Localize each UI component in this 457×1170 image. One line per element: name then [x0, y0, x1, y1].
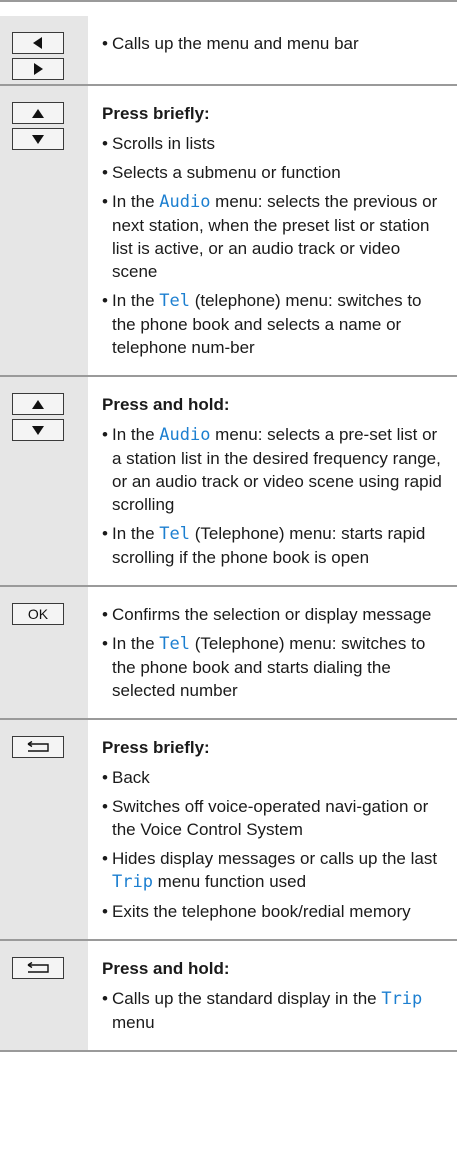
- list-item: Calls up the menu and menu bar: [102, 32, 447, 55]
- item-text: Exits the telephone book/redial memory: [112, 902, 411, 921]
- key-column: [0, 720, 88, 939]
- list-item: Back: [102, 766, 447, 789]
- item-text: In the: [112, 634, 160, 653]
- description-column: Press briefly: Back Switches off voice-ope…: [88, 720, 457, 939]
- menu-name-highlight: Tel: [159, 634, 190, 654]
- item-text: In the: [112, 192, 160, 211]
- up-arrow-button-icon: [12, 102, 64, 124]
- item-text: Calls up the menu and menu bar: [112, 34, 359, 53]
- item-text: Switches off voice-operated navi-gation …: [112, 797, 429, 839]
- key-column: [0, 16, 88, 84]
- list-item: Hides display messages or calls up the l…: [102, 847, 447, 894]
- row-heading: Press and hold:: [102, 395, 230, 414]
- menu-name-highlight: Tel: [159, 291, 190, 311]
- list-item: In the Audio menu: selects a pre-set lis…: [102, 423, 447, 516]
- item-text: menu function used: [152, 872, 307, 891]
- list-item: Calls up the standard display in the Tri…: [102, 987, 447, 1034]
- button-function-table: Calls up the menu and menu bar Press brie…: [0, 16, 457, 1052]
- list-item: Selects a submenu or function: [102, 161, 447, 184]
- right-arrow-button-icon: [12, 58, 64, 80]
- key-column: [0, 377, 88, 585]
- bullet-list: Back Switches off voice-operated navi-gat…: [102, 766, 447, 923]
- list-item: Scrolls in lists: [102, 132, 447, 155]
- item-text: Back: [112, 768, 150, 787]
- bullet-list: Calls up the menu and menu bar: [102, 32, 447, 55]
- down-arrow-button-icon: [12, 419, 64, 441]
- item-text: In the: [112, 524, 160, 543]
- left-arrow-button-icon: [12, 32, 64, 54]
- description-column: Press and hold: In the Audio menu: select…: [88, 377, 457, 585]
- table-row: OK Confirms the selection or display mess…: [0, 587, 457, 720]
- list-item: In the Tel (Telephone) menu: switches to…: [102, 632, 447, 702]
- bullet-list: Confirms the selection or display messag…: [102, 603, 447, 702]
- item-text: In the: [112, 291, 160, 310]
- item-text: Selects a submenu or function: [112, 163, 341, 182]
- top-rule: [0, 0, 457, 2]
- description-column: Press briefly: Scrolls in lists Selects a …: [88, 86, 457, 375]
- bullet-list: Scrolls in lists Selects a submenu or fun…: [102, 132, 447, 359]
- menu-name-highlight: Audio: [159, 425, 211, 445]
- list-item: In the Tel (telephone) menu: switches to…: [102, 289, 447, 359]
- menu-name-highlight: Trip: [112, 872, 153, 892]
- list-item: Switches off voice-operated navi-gation …: [102, 795, 447, 841]
- description-column: Press and hold: Calls up the standard dis…: [88, 941, 457, 1050]
- item-text: menu: [112, 1013, 155, 1032]
- list-item: In the Tel (Telephone) menu: starts rapi…: [102, 522, 447, 569]
- item-text: In the: [112, 425, 160, 444]
- back-button-icon: [12, 736, 64, 758]
- item-text: Scrolls in lists: [112, 134, 215, 153]
- row-heading: Press briefly:: [102, 738, 210, 757]
- up-arrow-button-icon: [12, 393, 64, 415]
- row-heading: Press and hold:: [102, 959, 230, 978]
- list-item: Exits the telephone book/redial memory: [102, 900, 447, 923]
- table-row: Press briefly: Back Switches off voice-ope…: [0, 720, 457, 941]
- list-item: In the Audio menu: selects the previous …: [102, 190, 447, 283]
- menu-name-highlight: Audio: [159, 192, 211, 212]
- menu-name-highlight: Tel: [159, 524, 190, 544]
- down-arrow-button-icon: [12, 128, 64, 150]
- description-column: Confirms the selection or display messag…: [88, 587, 457, 718]
- table-row: Press briefly: Scrolls in lists Selects a …: [0, 86, 457, 377]
- item-text: Hides display messages or calls up the l…: [112, 849, 438, 868]
- table-row: Press and hold: In the Audio menu: select…: [0, 377, 457, 587]
- back-button-icon: [12, 957, 64, 979]
- bullet-list: Calls up the standard display in the Tri…: [102, 987, 447, 1034]
- description-column: Calls up the menu and menu bar: [88, 16, 457, 84]
- list-item: Confirms the selection or display messag…: [102, 603, 447, 626]
- key-column: OK: [0, 587, 88, 718]
- key-column: [0, 86, 88, 375]
- menu-name-highlight: Trip: [381, 989, 423, 1009]
- table-row: Calls up the menu and menu bar: [0, 16, 457, 86]
- row-heading: Press briefly:: [102, 104, 210, 123]
- bullet-list: In the Audio menu: selects a pre-set lis…: [102, 423, 447, 569]
- table-row: Press and hold: Calls up the standard dis…: [0, 941, 457, 1052]
- manual-page: Calls up the menu and menu bar Press brie…: [0, 0, 457, 1170]
- key-column: [0, 941, 88, 1050]
- item-text: Confirms the selection or display messag…: [112, 605, 432, 624]
- item-text: Calls up the standard display in the: [112, 989, 382, 1008]
- ok-button-icon: OK: [12, 603, 64, 625]
